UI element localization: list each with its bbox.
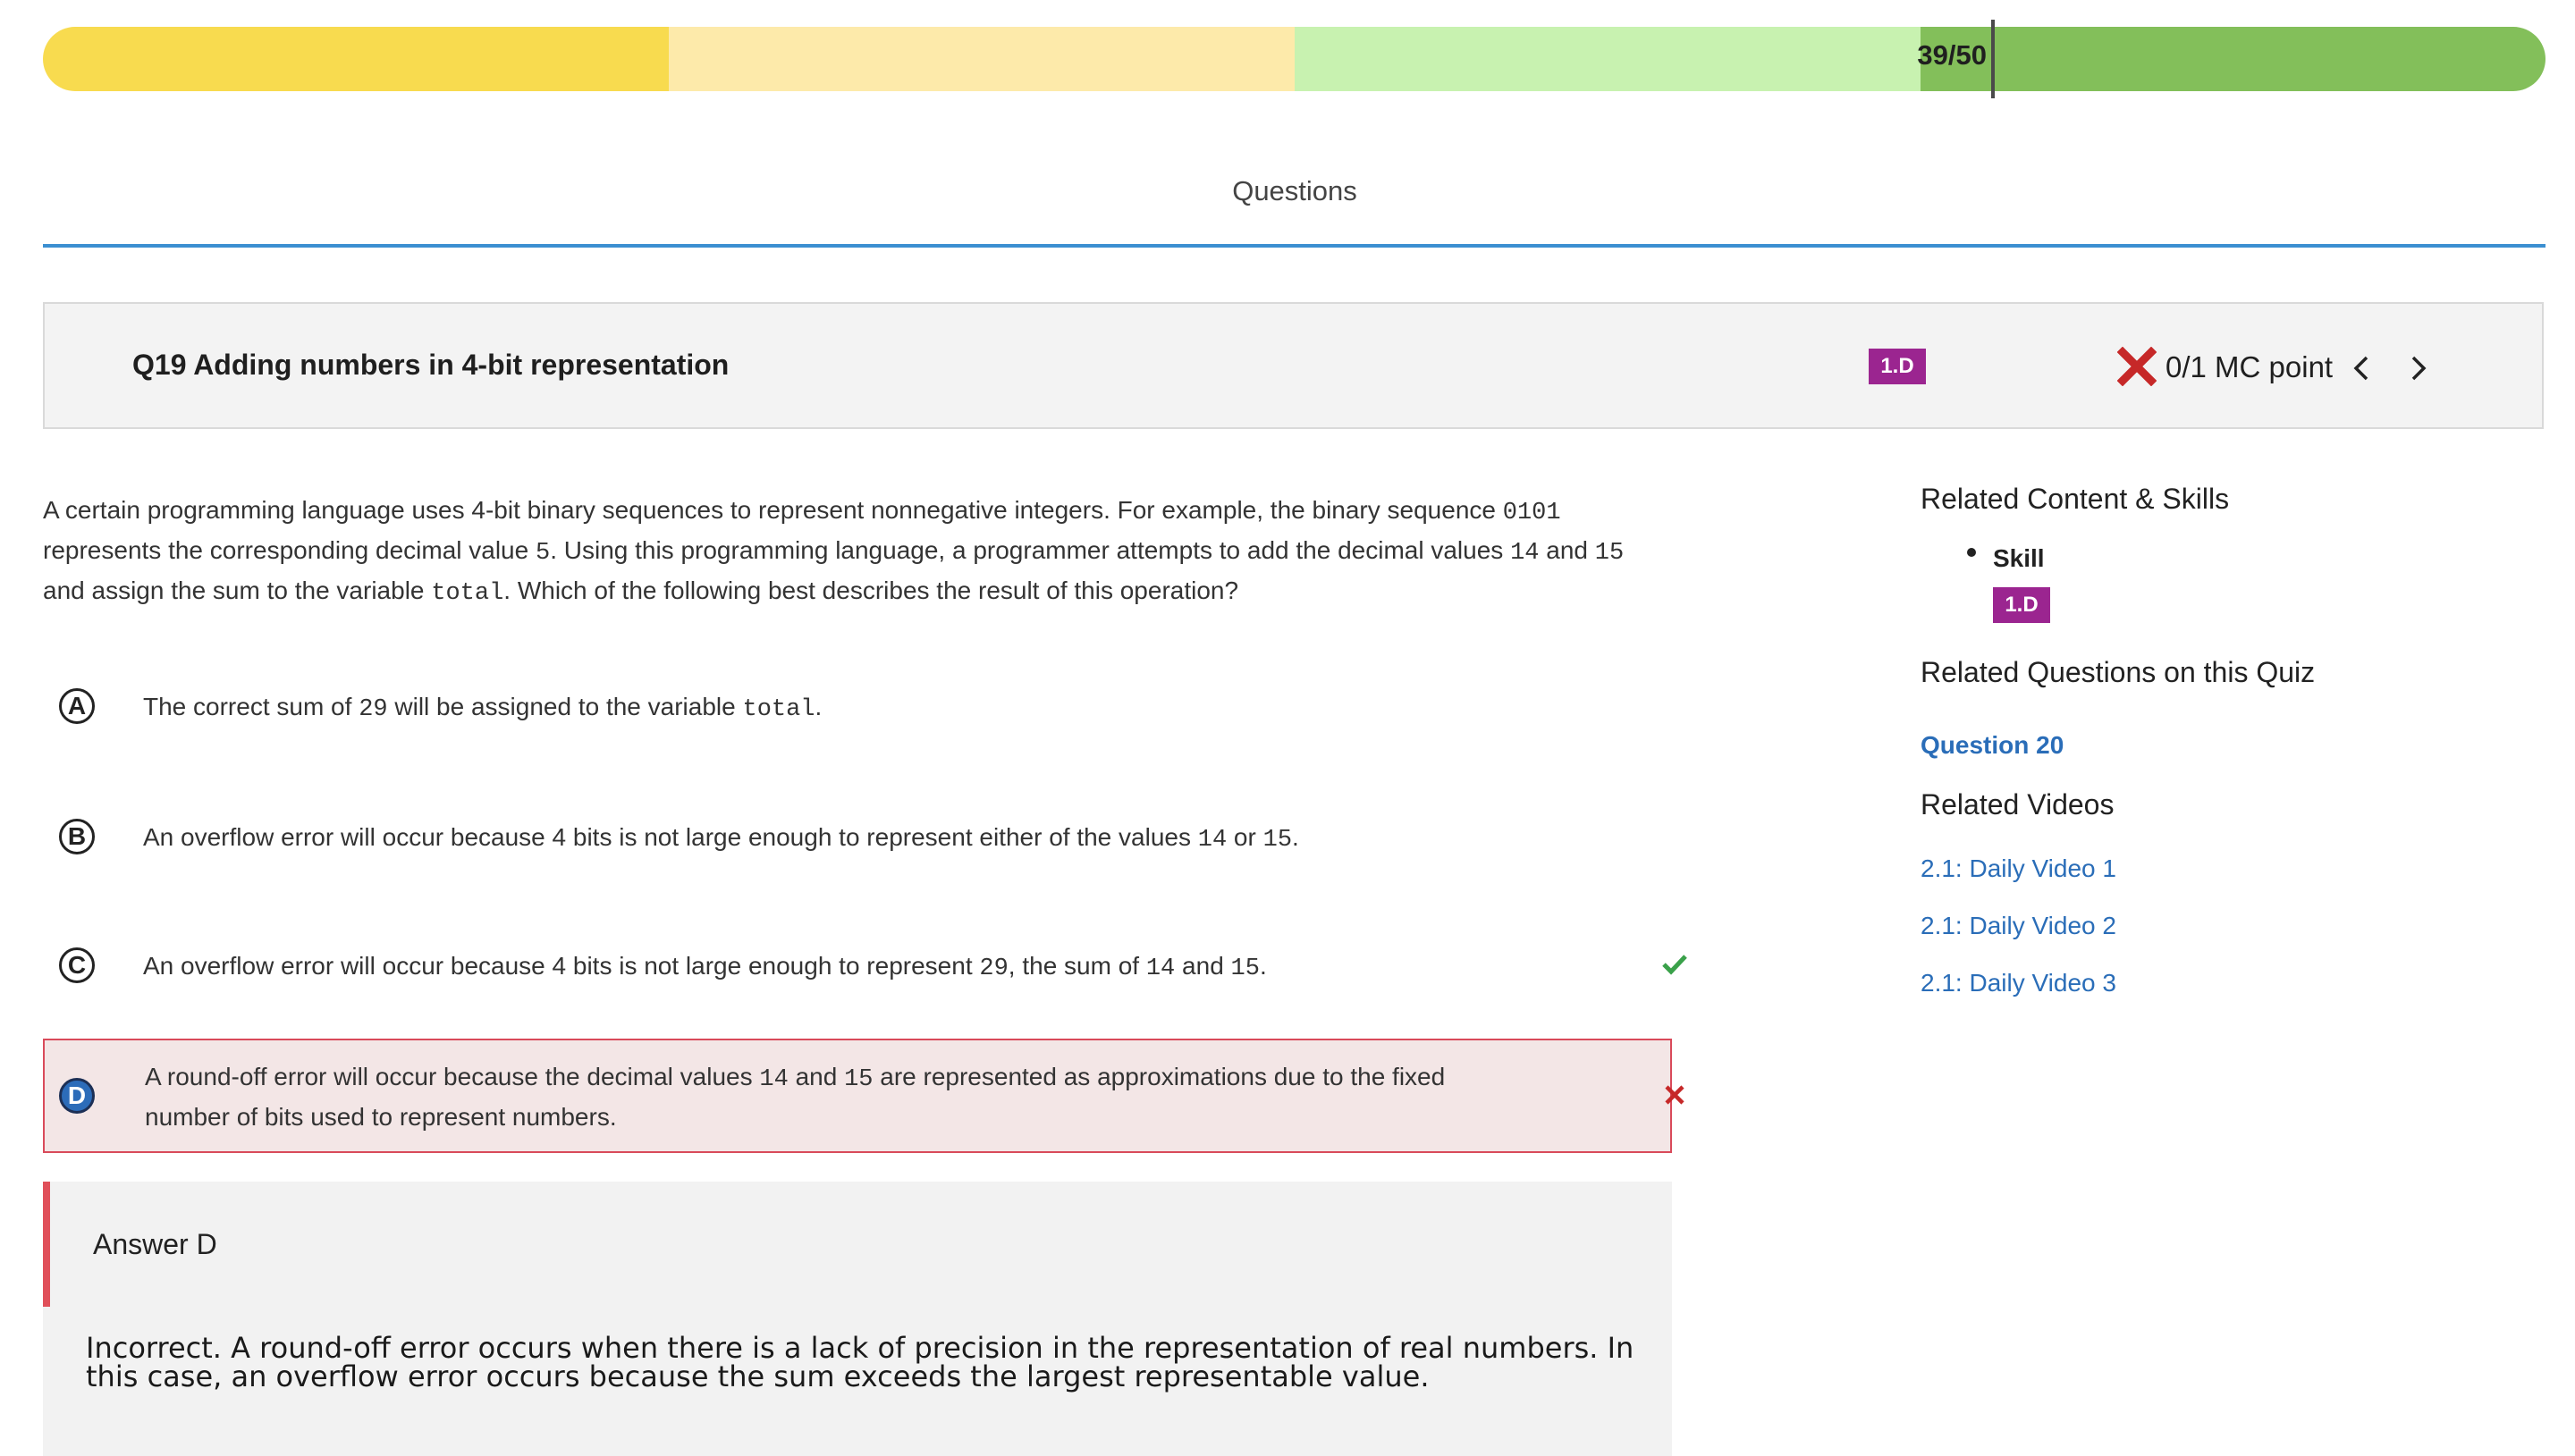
option-b[interactable]: B An overflow error will occur because 4…	[43, 817, 1670, 858]
chevron-right-icon[interactable]	[2400, 350, 2436, 386]
option-letter-d: D	[59, 1078, 95, 1114]
stem-text: and assign the sum to the variable	[43, 577, 432, 604]
progress-segment-3	[1295, 27, 1921, 91]
option-a[interactable]: A The correct sum of 29 will be assigned…	[43, 686, 1670, 728]
progress-segment-4	[1921, 27, 2545, 91]
option-code: total	[742, 696, 815, 723]
related-videos-heading: Related Videos	[1921, 788, 2115, 821]
option-code: 14	[1197, 827, 1228, 854]
option-text: An overflow error will occur because 4 b…	[143, 952, 980, 980]
option-code: 15	[844, 1066, 874, 1093]
progress-segment-2	[669, 27, 1295, 91]
related-questions-heading: Related Questions on this Quiz	[1921, 656, 2316, 688]
stem-code: 15	[1594, 540, 1625, 567]
stem-code: total	[431, 580, 504, 607]
option-b-text: An overflow error will occur because 4 b…	[143, 819, 1299, 859]
question-header: Q19 Adding numbers in 4-bit representati…	[43, 302, 2544, 429]
related-video-link-1[interactable]: 2.1: Daily Video 1	[1921, 854, 2116, 883]
related-question-link[interactable]: Question 20	[1921, 731, 2064, 760]
chevron-left-icon[interactable]	[2344, 350, 2380, 386]
option-letter-a: A	[59, 688, 95, 724]
option-code: 29	[979, 955, 1009, 982]
option-text: .	[1292, 823, 1299, 851]
close-icon	[1665, 1085, 1684, 1105]
related-video-link-2[interactable]: 2.1: Daily Video 2	[1921, 912, 2116, 940]
question-title: Q19 Adding numbers in 4-bit representati…	[132, 349, 730, 381]
option-code: 15	[1262, 827, 1293, 854]
stem-text: . Using this programming language, a pro…	[550, 536, 1511, 564]
option-c-text: An overflow error will occur because 4 b…	[143, 947, 1267, 988]
option-text: A round-off error will occur because the…	[145, 1063, 760, 1090]
option-text: and	[788, 1063, 845, 1090]
checkmark-icon	[1662, 955, 1687, 975]
stem-code: 5	[535, 540, 551, 567]
option-code: 15	[1230, 955, 1260, 982]
option-letter-b: B	[59, 819, 95, 854]
option-code: 14	[759, 1066, 789, 1093]
option-code: 29	[359, 696, 388, 723]
stem-text: represents the corresponding decimal val…	[43, 536, 536, 564]
answer-panel: Answer D Incorrect. A round-off error oc…	[43, 1182, 1672, 1456]
option-text: .	[815, 693, 823, 720]
related-content-heading: Related Content & Skills	[1921, 483, 2230, 515]
skill-badge[interactable]: 1.D	[1869, 349, 1926, 384]
option-code: 14	[1145, 955, 1176, 982]
progress-segment-1	[43, 27, 669, 91]
option-text: will be assigned to the variable	[387, 693, 743, 720]
skill-label: Skill	[1993, 544, 2045, 572]
x-icon	[2117, 347, 2157, 386]
progress-bar	[43, 27, 2545, 91]
option-text: An overflow error will occur because 4 b…	[143, 823, 1198, 851]
tab-underline	[43, 244, 2545, 248]
progress-label: 39/50	[1917, 39, 1987, 71]
progress-marker-line	[1991, 20, 1995, 98]
option-d-text: A round-off error will occur because the…	[145, 1058, 1486, 1136]
option-text: The correct sum of	[143, 693, 359, 720]
answer-title: Answer D	[93, 1228, 217, 1260]
stem-text: A certain programming language uses 4-bi…	[43, 496, 1503, 524]
option-text: .	[1259, 952, 1267, 980]
option-text: and	[1175, 952, 1231, 980]
option-letter-c: C	[59, 947, 95, 983]
question-stem: A certain programming language uses 4-bi…	[43, 492, 1661, 612]
sidebar-skill-badge[interactable]: 1.D	[1993, 587, 2050, 623]
answer-accent-bar	[43, 1182, 50, 1307]
related-video-link-3[interactable]: 2.1: Daily Video 3	[1921, 969, 2116, 997]
stem-text: and	[1539, 536, 1595, 564]
stem-code: 14	[1510, 540, 1540, 567]
stem-code: 0101	[1502, 500, 1561, 526]
bullet-icon	[1967, 548, 1976, 557]
answer-explanation: Incorrect. A round-off error occurs when…	[86, 1331, 1634, 1393]
stem-text: . Which of the following best describes …	[503, 577, 1239, 604]
score-text: 0/1 MC point	[2166, 350, 2334, 383]
option-d[interactable]: D A round-off error will occur because t…	[43, 1039, 1684, 1153]
option-text: or	[1227, 823, 1263, 851]
option-text: , the sum of	[1008, 952, 1146, 980]
tab-questions[interactable]: Questions	[0, 175, 2575, 207]
option-a-text: The correct sum of 29 will be assigned t…	[143, 688, 822, 728]
option-c[interactable]: C An overflow error will occur because 4…	[43, 946, 1687, 988]
